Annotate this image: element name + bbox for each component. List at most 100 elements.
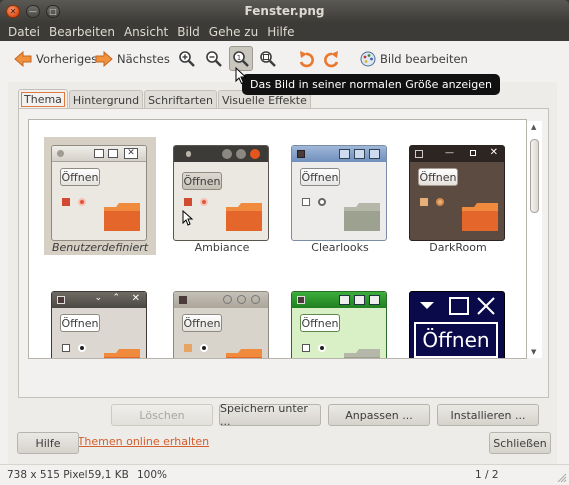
maximize-icon	[354, 295, 365, 305]
theme-cell-6[interactable]: Öffnen	[166, 283, 278, 358]
tab-thema[interactable]: Thema	[18, 89, 68, 109]
window-menu-icon	[57, 150, 64, 157]
minimize-icon: —	[445, 148, 454, 158]
radio-icon	[436, 198, 444, 206]
preview-button: Öffnen	[300, 168, 340, 186]
rotate-right-icon	[324, 51, 339, 68]
window-controls-icon	[420, 297, 495, 315]
zoom-out-button[interactable]	[203, 48, 225, 70]
rotate-right-button[interactable]	[322, 48, 342, 70]
theme-preview: — ✕ Öffnen	[409, 145, 505, 241]
cursor-icon	[182, 210, 194, 226]
scroll-up-icon[interactable]: ▲	[531, 123, 536, 131]
next-button[interactable]: Nächstes	[95, 48, 170, 70]
menu-ansicht[interactable]: Ansicht	[120, 25, 173, 39]
palette-icon	[360, 51, 376, 67]
close-icon: ✕	[131, 293, 140, 304]
folder-icon	[344, 203, 380, 231]
radio-icon	[78, 198, 86, 206]
zoom-in-button[interactable]	[176, 48, 198, 70]
menu-bearbeiten[interactable]: Bearbeiten	[45, 25, 120, 39]
help-button[interactable]: Hilfe	[17, 432, 79, 454]
scroll-thumb[interactable]	[530, 139, 539, 213]
theme-cell-8[interactable]: Öffnen	[402, 283, 514, 358]
toolbar: Vorheriges Nächstes 1 Bild bearbeiten	[0, 41, 569, 77]
checkbox-icon	[302, 198, 310, 206]
menu-gehe-zu[interactable]: Gehe zu	[205, 25, 263, 39]
maximize-icon	[470, 150, 476, 156]
checkbox-icon	[420, 198, 428, 206]
zoom-original-icon: 1	[233, 50, 249, 67]
theme-name: Benutzerdefiniert	[51, 241, 149, 254]
save-as-button[interactable]: Speichern unter ...	[219, 402, 321, 428]
preview-button: Öffnen	[182, 172, 222, 190]
file-size: 59,1 KB	[88, 469, 129, 481]
folder-icon	[104, 203, 140, 231]
menu-hilfe[interactable]: Hilfe	[263, 25, 299, 39]
theme-name: DarkRoom	[429, 241, 487, 254]
preview-button: Öffnen	[60, 314, 100, 332]
edit-image-label: Bild bearbeiten	[380, 52, 468, 66]
close-icon	[369, 295, 380, 305]
tab-hintergrund[interactable]: Hintergrund	[68, 90, 144, 109]
close-icon	[250, 149, 260, 159]
menu-datei[interactable]: Datei	[4, 25, 45, 39]
theme-cell-7[interactable]: Öffnen	[284, 283, 396, 358]
folder-icon	[226, 203, 262, 231]
menu-bar: Datei Bearbeiten Ansicht Bild Gehe zu Hi…	[0, 23, 569, 41]
theme-cell-ambiance[interactable]: Öffnen Ambiance	[166, 137, 278, 255]
scroll-down-icon[interactable]: ▼	[531, 348, 536, 356]
arrow-left-icon	[14, 51, 32, 67]
zoom-fit-button[interactable]	[257, 48, 279, 70]
theme-cell-clearlooks[interactable]: Öffnen Clearlooks	[284, 137, 396, 255]
preview-button: Öffnen	[182, 314, 222, 332]
customize-button[interactable]: Anpassen ...	[328, 404, 430, 426]
folder-icon	[462, 203, 498, 231]
theme-cell-5[interactable]: ⌄ ⌃ ✕ Öffnen	[44, 283, 156, 358]
minimize-icon	[94, 149, 104, 158]
tab-hintergrund-label: Hintergrund	[72, 93, 140, 107]
preview-button: Öffnen	[414, 322, 498, 358]
resize-grip-icon[interactable]	[557, 473, 567, 483]
folder-icon	[226, 349, 262, 358]
checkbox-icon	[302, 344, 310, 352]
tab-schriftarten-label: Schriftarten	[148, 93, 213, 107]
tab-thema-label: Thema	[21, 92, 65, 107]
tooltip: Das Bild in seiner normalen Größe anzeig…	[242, 74, 500, 95]
chevron-down-icon: ⌄	[94, 293, 102, 303]
edit-image-button[interactable]: Bild bearbeiten	[360, 48, 468, 70]
previous-button[interactable]: Vorheriges	[14, 48, 97, 70]
close-icon: ✕	[124, 148, 138, 159]
preview-button: Öffnen	[300, 314, 340, 332]
menu-bild[interactable]: Bild	[173, 25, 205, 39]
maximize-icon	[237, 295, 246, 304]
image-dimensions: 738 x 515 Pixel	[7, 469, 88, 481]
theme-grid-scrollbar[interactable]: ▲ ▼	[527, 121, 542, 358]
delete-theme-button[interactable]: Löschen	[111, 404, 213, 426]
mouse-pointer-icon	[235, 67, 247, 85]
previous-label: Vorheriges	[36, 52, 98, 66]
preview-button: Öffnen	[60, 168, 100, 186]
theme-preview: ✕ Öffnen	[51, 145, 147, 241]
window-title: Fenster.png	[244, 4, 325, 18]
theme-cell-benutzerdefiniert[interactable]: ✕ Öffnen Benutzerdefiniert	[44, 137, 156, 255]
minimize-icon	[222, 149, 232, 159]
svg-text:1: 1	[237, 54, 241, 62]
install-button[interactable]: Installieren ...	[437, 404, 539, 426]
zoom-out-icon	[206, 51, 222, 67]
rotate-left-button[interactable]	[296, 48, 316, 70]
status-bar: 738 x 515 Pixel 59,1 KB 100% 1 / 2	[0, 464, 569, 485]
chevron-up-icon: ⌃	[112, 293, 120, 303]
maximize-icon	[236, 149, 246, 159]
tab-schriftarten[interactable]: Schriftarten	[144, 90, 217, 109]
theme-preview: Öffnen	[173, 291, 269, 358]
close-button[interactable]: Schließen	[489, 432, 551, 454]
arrow-right-icon	[95, 51, 113, 67]
tab-visuelle-effekte-label: Visuelle Effekte	[221, 93, 307, 107]
rotate-left-icon	[299, 51, 314, 68]
maximize-icon	[354, 149, 365, 159]
checkbox-icon	[62, 344, 70, 352]
theme-cell-darkroom[interactable]: — ✕ Öffnen DarkRoom	[402, 137, 514, 255]
close-icon: ✕	[489, 147, 498, 158]
checkbox-icon	[184, 344, 192, 352]
